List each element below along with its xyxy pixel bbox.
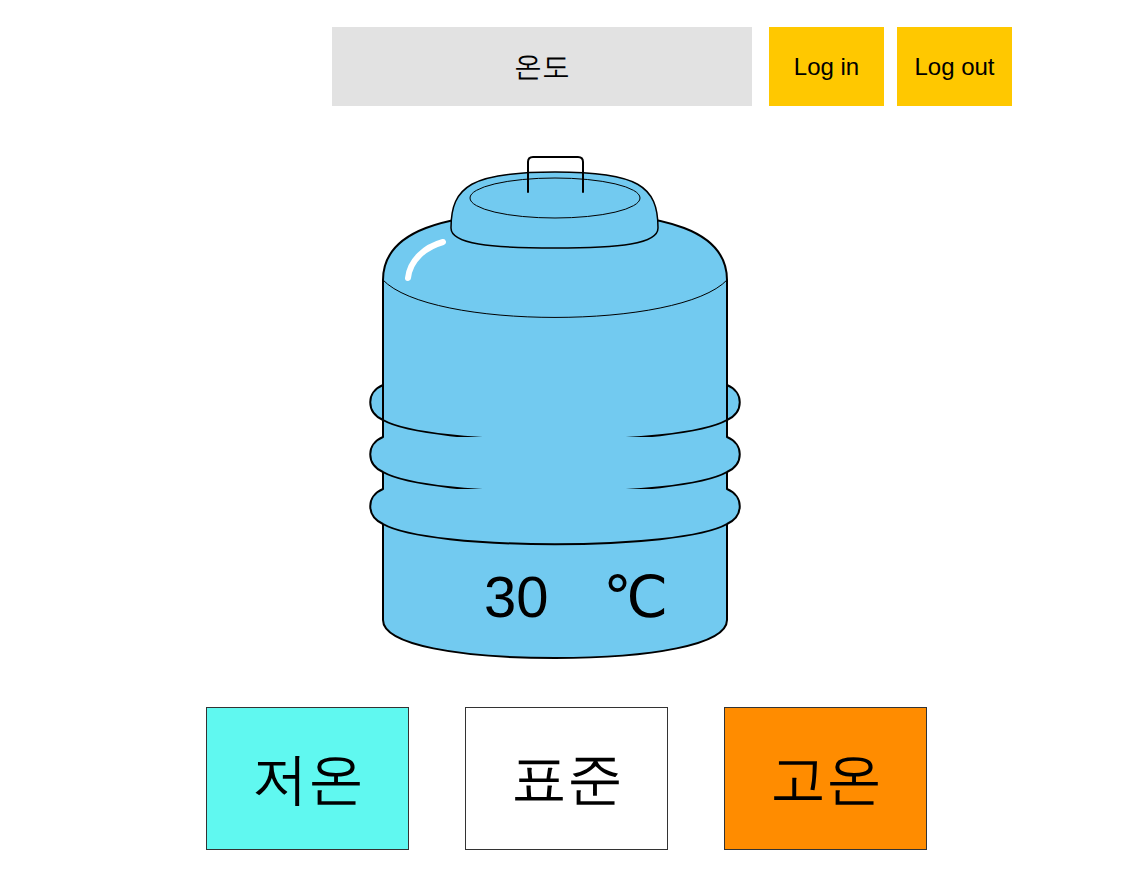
- logout-button[interactable]: Log out: [897, 27, 1012, 106]
- temperature-unit: ℃: [603, 564, 668, 629]
- temperature-value: 30: [484, 564, 549, 629]
- mode-button[interactable]: 표준: [465, 707, 668, 850]
- mode-label: 저온: [252, 737, 364, 821]
- mode-label: 고온: [770, 737, 882, 821]
- tank-area: 30 ℃: [0, 150, 1128, 665]
- mode-label: 표준: [511, 737, 623, 821]
- title-box: 온도: [332, 27, 752, 106]
- mode-button[interactable]: 고온: [724, 707, 927, 850]
- water-tank-icon: 30 ℃: [365, 150, 745, 665]
- mode-buttons: 저온 표준 고온: [0, 707, 1128, 850]
- top-bar: 온도Log inLog out: [0, 0, 1128, 106]
- login-button[interactable]: Log in: [769, 27, 884, 106]
- mode-button[interactable]: 저온: [206, 707, 409, 850]
